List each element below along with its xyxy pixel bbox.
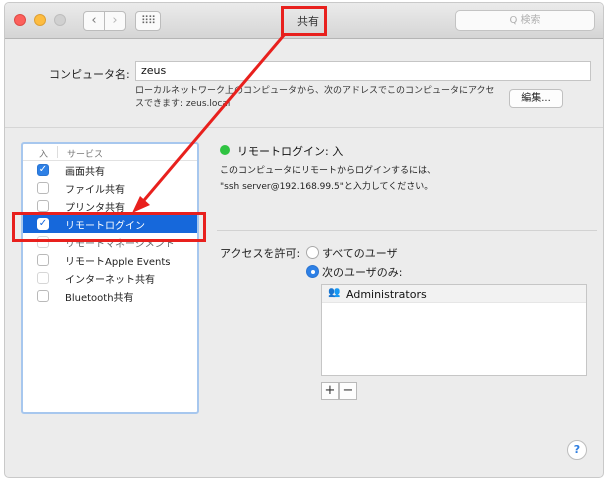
divider (217, 230, 597, 231)
checkbox[interactable] (37, 254, 49, 266)
checkbox[interactable]: ✓ (37, 218, 49, 230)
service-label: リモートマネージメント (65, 239, 175, 250)
checkbox[interactable] (37, 182, 49, 194)
search-input[interactable]: Q 検索 (455, 10, 595, 31)
service-label: インターネット共有 (65, 275, 155, 286)
service-row-remote-login[interactable]: ✓ リモートログイン (23, 215, 197, 233)
title-bar: ‹ › ⠿⠿ 共有 Q 検索 (5, 3, 603, 39)
checkbox[interactable]: ✓ (37, 164, 49, 176)
remove-user-button[interactable]: − (339, 382, 357, 400)
checkbox[interactable] (37, 290, 49, 302)
service-row-printer-sharing[interactable]: プリンタ共有 (23, 197, 197, 215)
list-item[interactable]: 👥 Administrators (322, 285, 586, 303)
service-list-header: 入 サービス (23, 144, 197, 161)
status-description: このコンピュータにリモートからログインするには、 "ssh server@192… (220, 163, 550, 195)
add-user-button[interactable]: + (321, 382, 339, 400)
service-label: 画面共有 (65, 167, 105, 178)
group-icon: 👥 (328, 287, 341, 298)
checkbox[interactable] (37, 200, 49, 212)
close-button[interactable] (14, 14, 26, 26)
description-line: "ssh server@192.168.99.5"と入力してください。 (220, 182, 434, 192)
radio-only-these-users[interactable] (306, 265, 319, 278)
window-title: 共有 (297, 15, 319, 28)
status-indicator (220, 145, 230, 155)
service-row-bluetooth-sharing[interactable]: Bluetooth共有 (23, 287, 197, 305)
radio-all-users[interactable] (306, 246, 319, 259)
status-text: リモートログイン: 入 (237, 145, 344, 158)
service-row-remote-apple-events[interactable]: リモートApple Events (23, 251, 197, 269)
forward-button[interactable]: › (104, 11, 126, 31)
user-name: Administrators (346, 288, 427, 301)
header-on: 入 (39, 150, 49, 160)
service-row-internet-sharing[interactable]: インターネット共有 (23, 269, 197, 287)
radio-only-these-users-label[interactable]: 次のユーザのみ: (322, 264, 403, 280)
service-label: ファイル共有 (65, 185, 125, 196)
access-label: アクセスを許可: (220, 247, 301, 260)
service-label: リモートログイン (65, 221, 145, 232)
show-all-grid-icon[interactable]: ⠿⠿ (135, 11, 161, 31)
sharing-window: ‹ › ⠿⠿ 共有 Q 検索 コンピュータ名: zeus ローカルネットワーク上… (4, 2, 604, 478)
allowed-users-list[interactable]: 👥 Administrators (321, 284, 587, 376)
header-service: サービス (67, 150, 104, 160)
checkbox[interactable] (37, 272, 49, 284)
divider (5, 127, 603, 128)
service-row-file-sharing[interactable]: ファイル共有 (23, 179, 197, 197)
service-label: リモートApple Events (65, 257, 171, 268)
service-label: Bluetooth共有 (65, 293, 134, 304)
minimize-button[interactable] (34, 14, 46, 26)
description-line: このコンピュータにリモートからログインするには、 (220, 166, 437, 176)
edit-button[interactable]: 編集... (509, 89, 563, 108)
back-button[interactable]: ‹ (83, 11, 105, 31)
computer-name-field[interactable]: zeus (135, 61, 591, 81)
help-button[interactable]: ? (567, 440, 587, 460)
service-row-remote-management[interactable]: リモートマネージメント (23, 233, 197, 251)
service-list: 入 サービス ✓ 画面共有 ファイル共有 プリンタ共有 ✓ リモートログイン リ… (21, 142, 199, 414)
computer-name-description: ローカルネットワーク上のコンピュータから、次のアドレスでこのコンピュータにアクセ… (135, 86, 495, 109)
checkbox[interactable] (37, 236, 49, 248)
computer-name-label: コンピュータ名: (49, 68, 130, 81)
header-separator (57, 146, 58, 158)
radio-all-users-label[interactable]: すべてのユーザ (322, 245, 398, 261)
service-label: プリンタ共有 (65, 203, 125, 214)
service-row-screen-sharing[interactable]: ✓ 画面共有 (23, 161, 197, 179)
zoom-button[interactable] (54, 14, 66, 26)
